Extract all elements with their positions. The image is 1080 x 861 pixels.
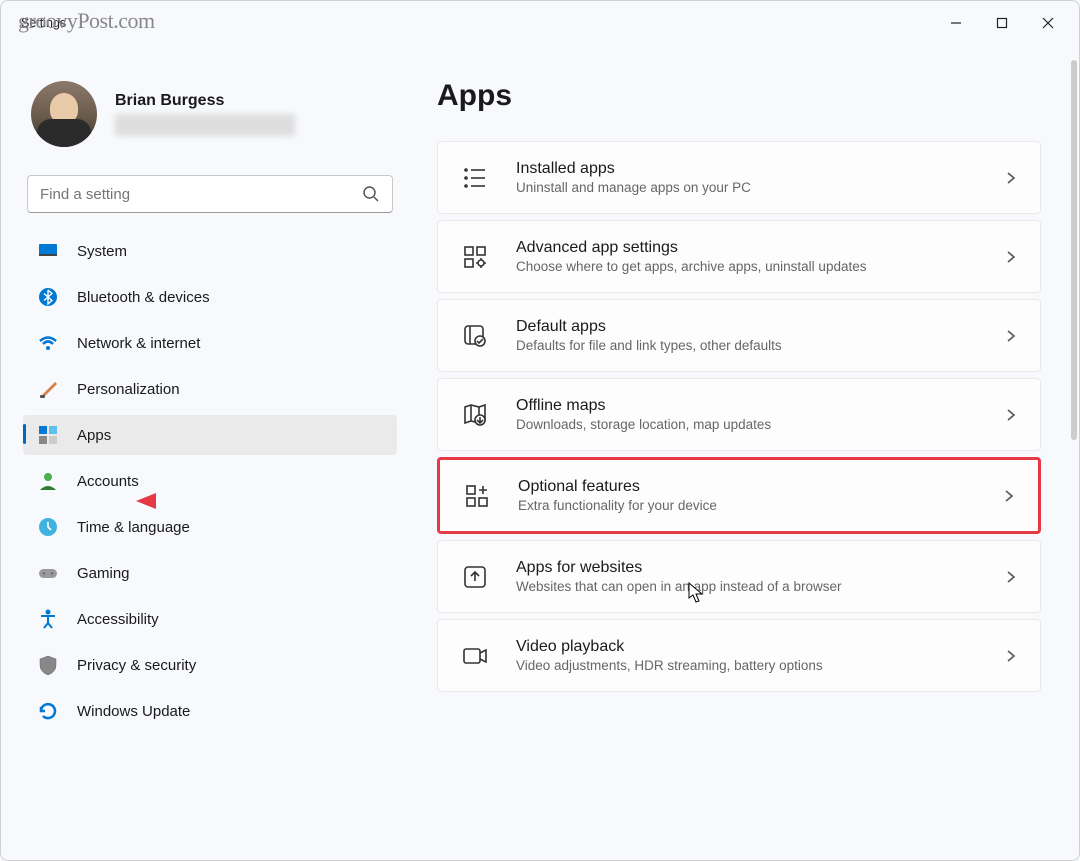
card-title: Advanced app settings [516,239,978,257]
chevron-right-icon [1004,408,1018,422]
clock-icon [37,516,59,538]
wifi-icon [37,332,59,354]
card-video-playback[interactable]: Video playback Video adjustments, HDR st… [437,619,1041,692]
profile-name: Brian Burgess [115,92,295,110]
sidebar-item-label: Apps [77,427,111,444]
sidebar-item-label: Accounts [77,473,139,490]
chevron-right-icon [1004,250,1018,264]
sidebar-item-time[interactable]: Time & language [23,507,397,547]
page-title: Apps [437,79,1045,113]
maximize-button[interactable] [979,7,1025,39]
card-title: Apps for websites [516,559,978,577]
card-optional-features[interactable]: Optional features Extra functionality fo… [437,457,1041,534]
profile-area[interactable]: Brian Burgess [23,63,397,169]
card-title: Video playback [516,638,978,656]
main-content: Apps Installed apps Uninstall and manage… [411,45,1079,860]
map-icon [460,400,490,430]
sidebar-item-system[interactable]: System [23,231,397,271]
card-default-apps[interactable]: Default apps Defaults for file and link … [437,299,1041,372]
card-desc: Video adjustments, HDR streaming, batter… [516,658,978,673]
sidebar-item-network[interactable]: Network & internet [23,323,397,363]
card-desc: Choose where to get apps, archive apps, … [516,259,978,274]
card-desc: Websites that can open in an app instead… [516,579,978,594]
card-title: Default apps [516,318,978,336]
nav-list: System Bluetooth & devices Network & int… [23,231,397,757]
card-desc: Downloads, storage location, map updates [516,417,978,432]
sidebar-item-privacy[interactable]: Privacy & security [23,645,397,685]
sidebar-item-accounts[interactable]: Accounts [23,461,397,501]
close-button[interactable] [1025,7,1071,39]
chevron-right-icon [1004,649,1018,663]
search-input[interactable] [40,186,362,203]
sidebar-item-accessibility[interactable]: Accessibility [23,599,397,639]
sidebar-item-bluetooth[interactable]: Bluetooth & devices [23,277,397,317]
chevron-right-icon [1004,329,1018,343]
sidebar-item-apps[interactable]: Apps [23,415,397,455]
avatar [31,81,97,147]
accessibility-icon [37,608,59,630]
titlebar: Settings [1,1,1079,45]
chevron-right-icon [1004,171,1018,185]
sidebar-item-label: Privacy & security [77,657,196,674]
sidebar-item-label: Windows Update [77,703,190,720]
search-icon [362,185,380,203]
apps-icon [37,424,59,446]
sidebar-item-label: Bluetooth & devices [77,289,210,306]
video-icon [460,641,490,671]
minimize-button[interactable] [933,7,979,39]
card-apps-websites[interactable]: Apps for websites Websites that can open… [437,540,1041,613]
sidebar-item-personalization[interactable]: Personalization [23,369,397,409]
sidebar-item-label: System [77,243,127,260]
card-title: Installed apps [516,160,978,178]
card-title: Optional features [518,478,976,496]
sidebar-item-label: Personalization [77,381,180,398]
card-offline-maps[interactable]: Offline maps Downloads, storage location… [437,378,1041,451]
grid-plus-icon [462,481,492,511]
card-list: Installed apps Uninstall and manage apps… [437,141,1045,692]
system-icon [37,240,59,262]
person-icon [37,470,59,492]
card-advanced-settings[interactable]: Advanced app settings Choose where to ge… [437,220,1041,293]
sidebar-item-label: Network & internet [77,335,200,352]
sidebar-item-label: Accessibility [77,611,159,628]
watermark: groovyPost.com [18,8,155,34]
sidebar-item-label: Time & language [77,519,190,536]
sidebar: Brian Burgess System Bluetooth & devices [1,45,411,860]
brush-icon [37,378,59,400]
sidebar-item-update[interactable]: Windows Update [23,691,397,731]
shield-icon [37,654,59,676]
scrollbar[interactable] [1071,60,1077,440]
list-icon [460,163,490,193]
profile-email-blurred [115,114,295,136]
window: Settings Brian Burgess S [0,0,1080,861]
card-installed-apps[interactable]: Installed apps Uninstall and manage apps… [437,141,1041,214]
card-desc: Defaults for file and link types, other … [516,338,978,353]
sidebar-item-label: Gaming [77,565,130,582]
update-icon [37,700,59,722]
bluetooth-icon [37,286,59,308]
share-icon [460,562,490,592]
chevron-right-icon [1004,570,1018,584]
search-box[interactable] [27,175,393,213]
gamepad-icon [37,562,59,584]
card-desc: Uninstall and manage apps on your PC [516,180,978,195]
app-check-icon [460,321,490,351]
sidebar-item-gaming[interactable]: Gaming [23,553,397,593]
grid-gear-icon [460,242,490,272]
card-title: Offline maps [516,397,978,415]
chevron-right-icon [1002,489,1016,503]
card-desc: Extra functionality for your device [518,498,976,513]
